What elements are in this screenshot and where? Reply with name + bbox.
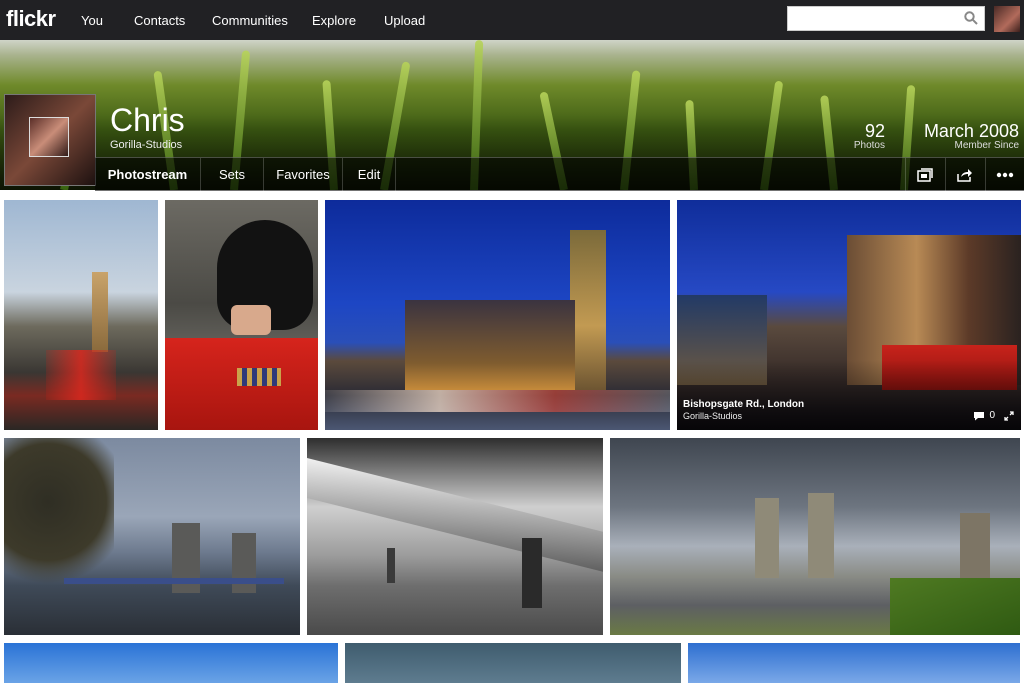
avatar-inset xyxy=(29,117,69,157)
search-input[interactable] xyxy=(787,6,985,31)
share-button[interactable] xyxy=(945,158,984,191)
photo-millennium-bridge[interactable] xyxy=(307,438,603,635)
photo-parliament-night[interactable] xyxy=(325,200,670,430)
top-nav: flickr You Contacts Communities Explore … xyxy=(0,0,1024,41)
tab-sets[interactable]: Sets xyxy=(201,158,264,191)
photos-count[interactable]: 92 xyxy=(835,121,885,142)
more-icon xyxy=(996,172,1014,177)
share-icon xyxy=(957,168,972,182)
tab-edit[interactable]: Edit xyxy=(343,158,396,191)
slideshow-icon xyxy=(917,167,933,182)
expand-icon[interactable] xyxy=(1004,411,1014,421)
photo-row3-a[interactable] xyxy=(4,643,338,683)
flickr-logo[interactable]: flickr xyxy=(6,6,56,32)
comment-icon[interactable] xyxy=(973,411,985,421)
slideshow-button[interactable] xyxy=(905,158,944,191)
photo-tower-bridge-cloudy[interactable] xyxy=(610,438,1020,635)
member-since-date: March 2008 xyxy=(923,121,1019,141)
photo-owner[interactable]: Gorilla-Studios xyxy=(683,411,742,421)
user-avatar[interactable] xyxy=(994,6,1020,32)
nav-you[interactable]: You xyxy=(81,13,103,28)
comment-count: 0 xyxy=(989,410,995,421)
nav-explore[interactable]: Explore xyxy=(312,13,356,28)
member-since-label: Member Since xyxy=(954,140,1019,151)
profile-name: Chris xyxy=(110,102,185,138)
photo-row3-c[interactable] xyxy=(688,643,1020,683)
search-icon[interactable] xyxy=(964,11,978,25)
nav-upload[interactable]: Upload xyxy=(384,13,425,28)
photo-bishopsgate[interactable]: Bishopsgate Rd., London Gorilla-Studios … xyxy=(677,200,1021,430)
photo-title[interactable]: Bishopsgate Rd., London xyxy=(683,399,804,410)
photo-row3-b[interactable] xyxy=(345,643,681,683)
photos-label: Photos xyxy=(853,140,885,151)
profile-tabs: Photostream Sets Favorites Edit xyxy=(95,157,1024,191)
photo-big-ben-bus[interactable] xyxy=(4,200,158,430)
more-button[interactable] xyxy=(985,158,1024,191)
profile-avatar[interactable] xyxy=(4,94,96,186)
nav-contacts[interactable]: Contacts xyxy=(134,13,185,28)
photo-queens-guard[interactable] xyxy=(165,200,318,430)
tab-photostream[interactable]: Photostream xyxy=(95,158,201,191)
profile-subtitle: Gorilla-Studios xyxy=(110,139,183,151)
tab-favorites[interactable]: Favorites xyxy=(264,158,343,191)
nav-communities[interactable]: Communities xyxy=(212,13,288,28)
photo-tower-bridge-dusk[interactable] xyxy=(4,438,300,635)
